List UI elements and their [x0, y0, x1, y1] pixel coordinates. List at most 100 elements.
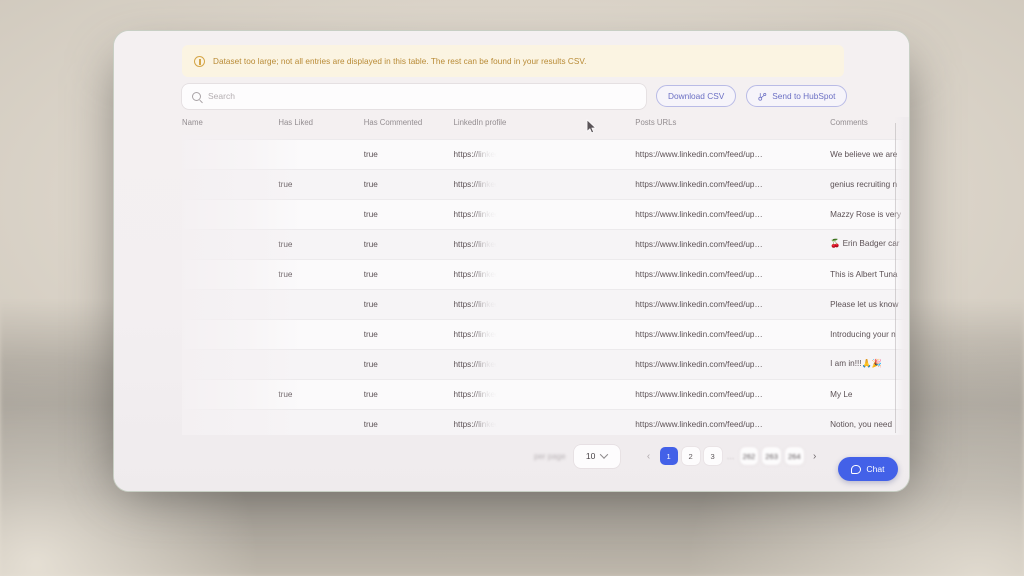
cell-name [182, 289, 278, 319]
cell-posts-urls: https://www.linkedin.com/feed/up… [635, 149, 763, 159]
download-csv-button[interactable]: Download CSV [656, 85, 737, 107]
page-button-264[interactable]: 264 [784, 447, 804, 465]
cell-posts-urls: https://www.linkedin.com/feed/up… [635, 239, 763, 249]
download-csv-label: Download CSV [668, 91, 725, 101]
table-row[interactable]: true https://linked https://www.linkedin.c… [182, 289, 909, 319]
cell-comments: Introducing your n [830, 329, 896, 339]
cell-posts-urls: https://www.linkedin.com/feed/up… [635, 179, 763, 189]
table-toolbar: Download CSV Send to HubSpot [182, 83, 909, 109]
cell-name [182, 349, 278, 379]
search-box[interactable] [182, 83, 646, 109]
page-button-2[interactable]: 2 [681, 447, 700, 465]
page-button-1[interactable]: 1 [659, 447, 678, 465]
table-header-row: Name Has Liked Has Commented LinkedIn pr… [182, 117, 909, 139]
page-button-263[interactable]: 263 [762, 447, 781, 465]
cell-linkedin-profile: https://linked [453, 359, 500, 369]
cell-linkedin-profile: https://linked [453, 299, 500, 309]
cell-comments: Notion, you need [830, 419, 893, 429]
table-row[interactable]: true https://linked https://www.linkedin.c… [182, 409, 909, 435]
prev-page-button[interactable]: ‹ [642, 447, 656, 465]
hubspot-sprocket-icon [758, 92, 767, 101]
table-row[interactable]: true https://linked https://www.linkedin.c… [182, 139, 909, 169]
page-button-3[interactable]: 3 [703, 447, 722, 465]
cell-posts-urls: https://www.linkedin.com/feed/up… [635, 269, 763, 279]
cell-name [182, 139, 278, 169]
send-to-hubspot-button[interactable]: Send to HubSpot [746, 85, 848, 107]
search-input[interactable] [208, 91, 636, 101]
cell-has-commented: true [363, 209, 378, 219]
results-table-container: Name Has Liked Has Commented LinkedIn pr… [182, 117, 909, 435]
table-row[interactable]: true true https://linked https://www.linked… [182, 379, 909, 409]
cell-has-commented: true [363, 269, 378, 279]
cell-posts-urls: https://www.linkedin.com/feed/up… [635, 359, 763, 369]
cell-has-liked [278, 409, 363, 435]
dataset-warning-text: Dataset too large; not all entries are d… [213, 56, 587, 66]
column-header-name[interactable]: Name [182, 117, 278, 139]
cell-linkedin-profile: https://linked [453, 179, 500, 189]
window-content: Dataset too large; not all entries are d… [114, 31, 909, 491]
table-row[interactable]: true https://linked https://www.linkedin.c… [182, 199, 909, 229]
cell-comments: We believe we are [830, 149, 898, 159]
column-header-comments[interactable]: Comments [830, 117, 909, 139]
table-row[interactable]: true true https://linked https://www.linked… [182, 259, 909, 289]
table-row[interactable]: true https://linked https://www.linkedin.c… [182, 349, 909, 379]
results-table-clip[interactable]: Name Has Liked Has Commented LinkedIn pr… [182, 117, 909, 435]
cell-linkedin-profile: https://linked [453, 389, 500, 399]
cell-comments: Mazzy Rose is very [830, 209, 902, 219]
cell-linkedin-profile: https://linked [453, 269, 500, 279]
chevron-down-icon [600, 450, 609, 459]
search-icon [192, 91, 201, 101]
results-table: Name Has Liked Has Commented LinkedIn pr… [182, 117, 909, 435]
column-header-has-commented[interactable]: Has Commented [364, 117, 454, 139]
cell-linkedin-profile: https://linked [453, 239, 500, 249]
cell-posts-urls: https://www.linkedin.com/feed/up… [635, 389, 763, 399]
table-row[interactable]: true true https://linked https://www.linked… [182, 169, 909, 199]
cell-has-liked [278, 319, 363, 349]
dataset-warning-banner: Dataset too large; not all entries are d… [182, 45, 844, 77]
per-page-label: per page [534, 451, 566, 461]
cell-has-liked: true [278, 179, 293, 189]
page-size-value: 10 [585, 451, 596, 461]
table-body: true https://linked https://www.linkedin.c… [182, 139, 909, 435]
page-size-select[interactable]: 10 [573, 444, 620, 468]
cell-linkedin-profile: https://linked [453, 149, 500, 159]
cell-has-liked [278, 139, 363, 169]
column-header-posts-urls[interactable]: Posts URLs [635, 117, 830, 139]
next-page-button[interactable]: › [808, 447, 822, 465]
cell-linkedin-profile: https://linked [453, 329, 500, 339]
cell-comments: 🍒 Erin Badger car [830, 239, 900, 248]
cell-linkedin-profile: https://linked [453, 419, 500, 429]
cell-has-liked: true [278, 389, 293, 399]
column-header-has-liked[interactable]: Has Liked [278, 117, 363, 139]
cell-comments: I am in!!!🙏🎉 [830, 359, 882, 368]
page-ellipsis: … [726, 451, 735, 461]
page-button-262[interactable]: 262 [739, 447, 759, 465]
cell-linkedin-profile: https://linked [453, 209, 500, 219]
cell-has-commented: true [363, 419, 378, 429]
table-row[interactable]: true https://linked https://www.linkedin.c… [182, 319, 909, 349]
cell-posts-urls: https://www.linkedin.com/feed/up… [635, 299, 763, 309]
cell-posts-urls: https://www.linkedin.com/feed/up… [635, 419, 763, 429]
cell-comments: This is Albert Tuna [830, 269, 898, 279]
cell-has-commented: true [363, 239, 378, 249]
cell-has-commented: true [363, 359, 378, 369]
info-circle-icon [194, 55, 205, 67]
cell-name [182, 229, 278, 259]
cell-name [182, 169, 278, 199]
table-row[interactable]: true true https://linked https://www.linked… [182, 229, 909, 259]
chat-launcher-button[interactable]: Chat [838, 457, 898, 481]
cell-comments: genius recruiting n [830, 179, 898, 189]
column-header-linkedin-profile[interactable]: LinkedIn profile [454, 117, 636, 139]
cell-posts-urls: https://www.linkedin.com/feed/up… [635, 209, 763, 219]
table-header: Name Has Liked Has Commented LinkedIn pr… [182, 117, 909, 139]
cell-name [182, 199, 278, 229]
chat-bubble-icon [851, 464, 862, 474]
cell-posts-urls: https://www.linkedin.com/feed/up… [635, 329, 763, 339]
cell-has-liked [278, 199, 363, 229]
cell-has-commented: true [363, 389, 378, 399]
chat-label: Chat [866, 464, 885, 474]
cell-has-liked: true [278, 239, 293, 249]
cell-has-commented: true [363, 149, 378, 159]
cell-has-liked: true [278, 269, 293, 279]
cell-name [182, 409, 278, 435]
